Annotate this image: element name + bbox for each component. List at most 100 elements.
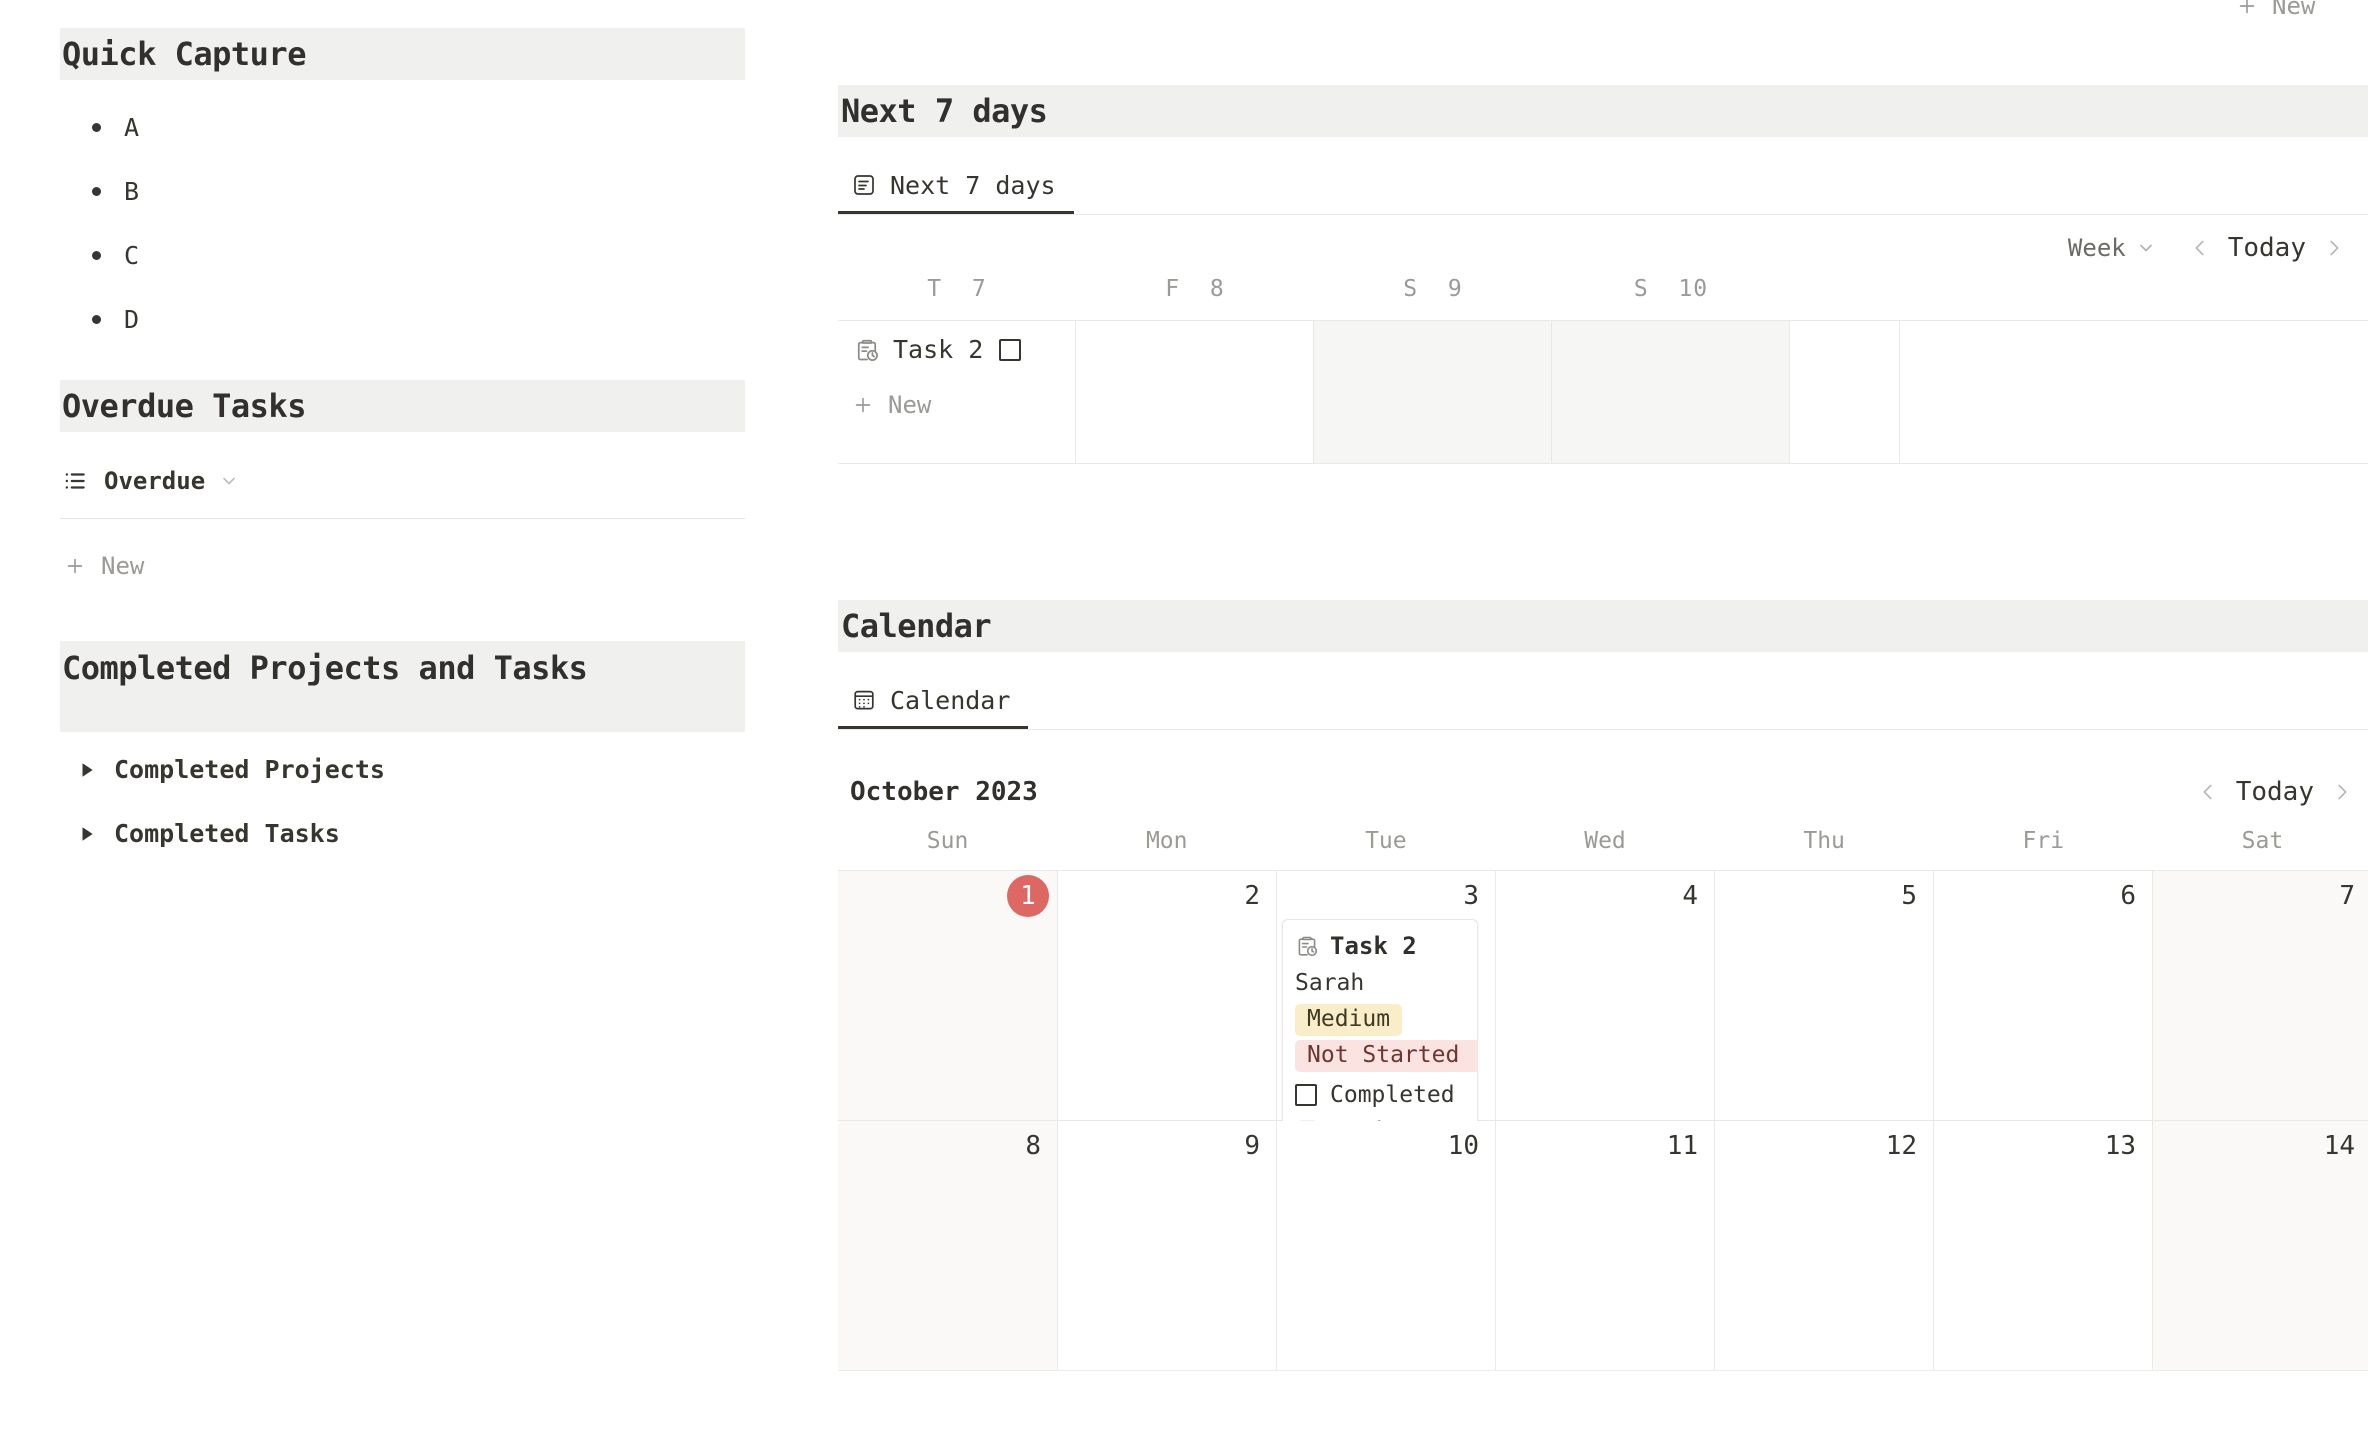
app-root: Quick Capture A B C D Overdue Tasks Over…: [0, 0, 2368, 1452]
week-day-dow: S: [1633, 276, 1649, 302]
calendar-day-number: 3: [1463, 881, 1479, 911]
list-item-label: C: [124, 240, 140, 270]
week-view-label: Week: [2067, 234, 2126, 262]
week-cell-t7[interactable]: Task 2 New: [838, 321, 1076, 463]
calendar-day-number-today: 1: [1007, 875, 1049, 917]
overdue-tasks-heading: Overdue Tasks: [60, 380, 745, 432]
calendar-day-number: 11: [1666, 1131, 1698, 1161]
calendar-icon: [852, 688, 876, 712]
week-cell-partial[interactable]: [1790, 321, 1900, 463]
plus-icon: [852, 394, 874, 416]
completed-heading: Completed Projects and Tasks: [60, 641, 745, 732]
plus-icon: [2236, 0, 2258, 17]
overdue-new-label: New: [101, 552, 145, 580]
clipboard-clock-icon: [1295, 934, 1319, 958]
next7-heading: Next 7 days: [838, 85, 2368, 137]
calendar-day-cell[interactable]: 11: [1496, 1121, 1715, 1370]
calendar-day-cell[interactable]: 7: [2153, 871, 2368, 1120]
event-completed-checkbox[interactable]: [1295, 1084, 1317, 1106]
calendar-day-number: 4: [1682, 881, 1698, 911]
calendar-day-cell[interactable]: 13: [1934, 1121, 2153, 1370]
week-day-dow: T: [927, 276, 943, 302]
calendar-today-button[interactable]: Today: [2226, 777, 2324, 807]
week-nav-group: Today: [2182, 233, 2352, 263]
left-column: Quick Capture A B C D Overdue Tasks Over…: [0, 0, 760, 1452]
calendar-day-cell[interactable]: 8: [838, 1121, 1058, 1370]
tab-label: Calendar: [890, 685, 1011, 715]
week-cell-s9[interactable]: [1314, 321, 1552, 463]
bullet-icon: [82, 251, 110, 260]
calendar-day-cell[interactable]: 2: [1058, 871, 1277, 1120]
triangle-right-icon: [78, 761, 114, 779]
right-column: New Next 7 days Next 7 days Week Today T…: [838, 0, 2368, 1452]
week-day-headers: T 7 F 8 S 9 S 10: [838, 276, 2368, 320]
chevron-left-icon[interactable]: [2190, 781, 2226, 803]
list-item-label: B: [124, 176, 140, 206]
list-item[interactable]: A: [60, 95, 660, 159]
event-completed-row[interactable]: Completed: [1283, 1072, 1477, 1110]
calendar-toolbar: October 2023 Today: [838, 768, 2368, 816]
event-assignee: Sarah: [1295, 970, 1365, 996]
chevron-left-icon[interactable]: [2182, 237, 2218, 259]
calendar-day-cell[interactable]: 12: [1715, 1121, 1934, 1370]
day-name: Sun: [926, 828, 969, 854]
day-name: Mon: [1145, 828, 1188, 854]
calendar-event-card[interactable]: Task 2 Sarah Medium Not Started Complete…: [1282, 919, 1478, 1155]
list-item[interactable]: C: [60, 223, 660, 287]
calendar-tabbar: Calendar: [838, 674, 2368, 730]
quick-capture-list: A B C D: [60, 95, 660, 351]
tab-calendar[interactable]: Calendar: [838, 674, 1029, 729]
list-view-icon: [62, 468, 88, 494]
week-today-button[interactable]: Today: [2218, 233, 2316, 263]
top-new-button[interactable]: New: [2236, 0, 2315, 20]
week-new-button[interactable]: New: [852, 391, 931, 419]
week-task-item[interactable]: Task 2: [854, 335, 1022, 364]
week-day-header: F 8: [1076, 276, 1314, 320]
chevron-down-icon: [219, 471, 239, 491]
calendar-day-cell[interactable]: 3 Task 2 Sarah Medium Not Started Comple…: [1277, 871, 1496, 1155]
week-task-checkbox[interactable]: [999, 338, 1022, 361]
calendar-week-row: 8 9 10 11 12 13 14: [838, 1121, 2368, 1371]
day-name: Thu: [1803, 828, 1845, 854]
toggle-label: Completed Tasks: [114, 819, 340, 848]
calendar-day-cell[interactable]: 14: [2153, 1121, 2368, 1370]
tab-next-7-days[interactable]: Next 7 days: [838, 159, 1074, 214]
day-name: Sat: [2241, 828, 2284, 854]
week-new-label: New: [888, 391, 932, 419]
chevron-right-icon[interactable]: [2324, 781, 2360, 803]
calendar-day-cell[interactable]: 10: [1277, 1121, 1496, 1370]
week-grid: Task 2 New: [838, 320, 2368, 464]
week-day-dow: S: [1403, 276, 1419, 302]
day-name: Wed: [1584, 828, 1626, 854]
event-status-badge: Not Started: [1295, 1040, 1477, 1072]
calendar-day-number: 13: [2104, 1131, 2136, 1161]
list-item[interactable]: B: [60, 159, 660, 223]
triangle-right-icon: [78, 825, 114, 843]
calendar-day-cell[interactable]: 9: [1058, 1121, 1277, 1370]
event-completed-label: Completed: [1330, 1082, 1455, 1108]
plus-icon: [64, 555, 86, 577]
week-view-selector[interactable]: Week: [2068, 234, 2156, 262]
calendar-day-cell[interactable]: 6: [1934, 871, 2153, 1120]
list-item[interactable]: D: [60, 287, 660, 351]
calendar-day-number: 14: [2323, 1131, 2355, 1161]
calendar-day-cell[interactable]: 4: [1496, 871, 1715, 1120]
week-day-dow: F: [1165, 276, 1181, 302]
week-cell-s10[interactable]: [1552, 321, 1790, 463]
calendar-day-cell[interactable]: 5: [1715, 871, 1934, 1120]
week-day-num: 8: [1209, 276, 1225, 302]
chevron-right-icon[interactable]: [2316, 237, 2352, 259]
overdue-view-selector[interactable]: Overdue: [62, 460, 239, 502]
list-item-label: A: [124, 112, 140, 142]
next7-tabbar: Next 7 days: [838, 159, 2368, 215]
bullet-icon: [82, 187, 110, 196]
week-day-header: T 7: [838, 276, 1076, 320]
toggle-label: Completed Projects: [114, 755, 385, 784]
overdue-new-button[interactable]: New: [64, 552, 144, 580]
week-day-num: 7: [971, 276, 987, 302]
calendar-week-row: 1 2 3 Task 2 Sarah Medium Not Started Co…: [838, 871, 2368, 1155]
toggle-completed-tasks[interactable]: Completed Tasks: [60, 819, 340, 848]
calendar-day-cell[interactable]: 1: [838, 871, 1058, 1120]
toggle-completed-projects[interactable]: Completed Projects: [60, 755, 385, 784]
week-cell-f8[interactable]: [1076, 321, 1314, 463]
